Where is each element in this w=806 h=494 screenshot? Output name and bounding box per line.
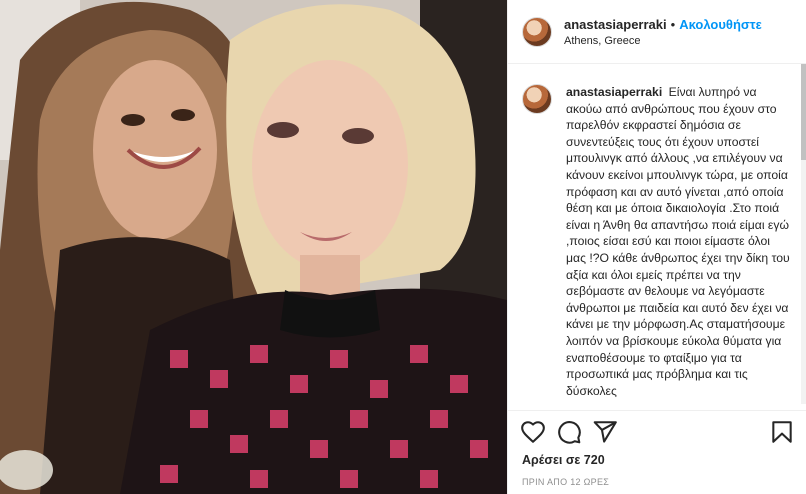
post-details-panel: anastasiaperraki • Ακολουθήστε Athens, G… bbox=[507, 0, 806, 494]
location-link[interactable]: Athens, Greece bbox=[564, 35, 762, 47]
comment-icon[interactable] bbox=[556, 419, 582, 445]
follow-button[interactable]: Ακολουθήστε bbox=[679, 17, 762, 32]
heart-icon[interactable] bbox=[520, 419, 546, 445]
caption-area: anastasiaperraki Είναι λυπηρό να ακούω α… bbox=[508, 64, 806, 410]
share-icon[interactable] bbox=[592, 419, 618, 445]
post-header: anastasiaperraki • Ακολουθήστε Athens, G… bbox=[508, 0, 806, 64]
caption-text: Είναι λυπηρό να ακούω από ανθρώπους που … bbox=[566, 85, 790, 398]
caption-avatar[interactable] bbox=[522, 84, 552, 114]
caption: anastasiaperraki Είναι λυπηρό να ακούω α… bbox=[566, 84, 793, 410]
separator-dot: • bbox=[670, 16, 676, 32]
avatar[interactable] bbox=[522, 16, 552, 47]
post-timestamp[interactable]: ΠΡΙΝ ΑΠΟ 12 ΩΡΕΣ bbox=[522, 477, 609, 487]
caption-username-link[interactable]: anastasiaperraki bbox=[566, 85, 662, 99]
post-photo[interactable] bbox=[0, 0, 507, 494]
username-link[interactable]: anastasiaperraki bbox=[564, 17, 667, 32]
likes-count[interactable]: Αρέσει σε 720 bbox=[522, 453, 605, 467]
selfie-image bbox=[0, 0, 507, 494]
bookmark-icon[interactable] bbox=[769, 419, 795, 445]
scrollbar-thumb[interactable] bbox=[801, 64, 806, 160]
post-actions: Αρέσει σε 720 ΠΡΙΝ ΑΠΟ 12 ΩΡΕΣ bbox=[508, 410, 806, 494]
